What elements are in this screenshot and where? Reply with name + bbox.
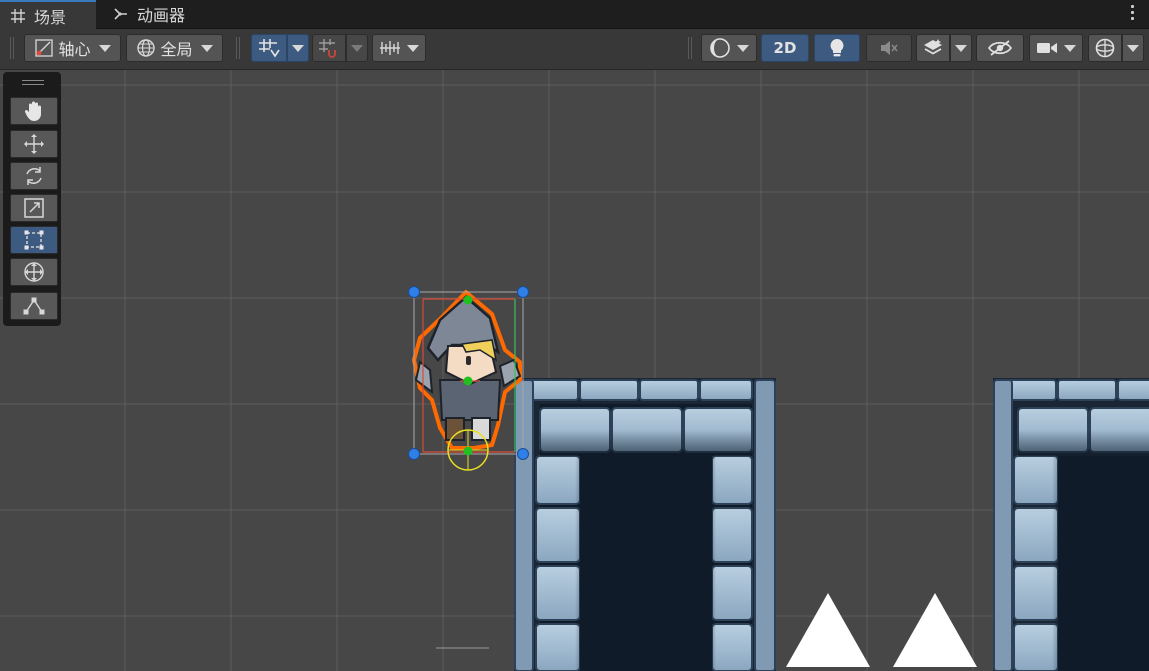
audio-toggle-button[interactable] (866, 34, 912, 62)
tab-scene-label: 场景 (34, 7, 67, 27)
corner-handle (408, 448, 420, 460)
scale-tool-button[interactable] (10, 194, 58, 222)
transform-icon (24, 262, 44, 282)
mode-2d-button[interactable]: 2D (761, 34, 809, 62)
globe-icon (137, 39, 156, 57)
shading-mode-button[interactable] (701, 34, 757, 62)
pivot-icon (35, 39, 54, 57)
global-label: 全局 (160, 40, 193, 59)
move-arrows-icon (24, 134, 44, 154)
chevron-down-icon (737, 44, 749, 52)
scene-toolbar: 轴心 全局 2D (0, 29, 1149, 70)
chevron-down-icon (955, 44, 967, 52)
chevron-down-icon (351, 44, 363, 52)
toolbar-grip[interactable] (10, 37, 14, 59)
speaker-muted-icon (881, 41, 898, 55)
mode-2d-label: 2D (773, 39, 797, 57)
chevron-down-icon (407, 44, 419, 52)
chevron-down-icon (200, 44, 213, 52)
gizmos-dropdown[interactable] (1122, 34, 1144, 62)
increment-snap-button[interactable] (312, 34, 346, 62)
tab-scene[interactable]: 场景 (0, 0, 96, 29)
pivot-handle (463, 446, 473, 456)
eye-hidden-icon (987, 40, 1013, 56)
tab-animator[interactable]: 动画器 (103, 0, 195, 28)
corner-handle (517, 448, 529, 460)
chevron-down-icon (98, 44, 111, 52)
grid-snap-button[interactable] (251, 34, 287, 62)
effects-button[interactable] (916, 34, 950, 62)
tab-animator-label: 动画器 (137, 6, 186, 25)
shading-sphere-icon (710, 38, 730, 58)
toolbar-grip[interactable] (236, 37, 240, 59)
scene-lighting-button[interactable] (814, 34, 860, 62)
pivot-mode-button[interactable]: 轴心 (24, 34, 121, 62)
hand-tool-button[interactable] (10, 97, 58, 125)
custom-tool-icon (23, 297, 45, 315)
chevron-down-icon (1064, 44, 1076, 52)
pivot-label: 轴心 (58, 40, 91, 59)
camera-icon (1037, 43, 1057, 53)
scene-viewport[interactable] (0, 70, 1149, 671)
spike-sprite[interactable] (786, 593, 870, 667)
animator-branch-icon (114, 8, 127, 20)
scene-visibility-button[interactable] (976, 34, 1024, 62)
stone-tower-sprite[interactable] (514, 378, 776, 671)
window-tab-bar: 场景 动画器 (0, 0, 1149, 29)
rotate-tool-button[interactable] (10, 162, 58, 190)
rect-tool-button[interactable] (10, 226, 58, 254)
chevron-down-icon (1127, 44, 1139, 52)
stone-tower-sprite[interactable] (993, 378, 1149, 671)
grid-hash-icon (11, 8, 25, 23)
transform-tool-button[interactable] (10, 258, 58, 286)
global-local-button[interactable]: 全局 (126, 34, 223, 62)
pivot-handle (463, 376, 473, 386)
more-options-icon[interactable] (1131, 5, 1135, 23)
pivot-handle (463, 295, 473, 305)
scene-canvas[interactable] (0, 70, 1149, 671)
custom-editor-tool-button[interactable] (10, 292, 58, 320)
rect-transform-icon (24, 230, 44, 250)
gizmo-globe-icon (1095, 38, 1115, 58)
chevron-down-icon (292, 44, 304, 52)
increment-snap-dropdown[interactable] (346, 34, 368, 62)
spike-sprite[interactable] (893, 593, 977, 667)
layers-effects-icon (924, 39, 942, 55)
scene-camera-button[interactable] (1029, 34, 1083, 62)
scene-tools-overlay (3, 72, 61, 326)
grid-snap-icon (259, 39, 280, 58)
effects-dropdown[interactable] (950, 34, 972, 62)
lightbulb-icon (830, 39, 844, 57)
overlay-drag-handle[interactable] (22, 80, 44, 88)
toolbar-grip[interactable] (688, 37, 692, 59)
gizmos-button[interactable] (1088, 34, 1122, 62)
corner-handle (517, 286, 529, 298)
rotate-icon (26, 167, 42, 185)
snap-settings-button[interactable] (372, 34, 426, 62)
ruler-icon (380, 41, 400, 55)
move-tool-button[interactable] (10, 130, 58, 158)
hand-icon (24, 101, 41, 121)
grid-snap-dropdown[interactable] (287, 34, 309, 62)
scale-icon (24, 198, 44, 218)
knight-character-sprite[interactable] (412, 290, 522, 450)
corner-handle (408, 286, 420, 298)
magnet-grid-icon (319, 39, 336, 58)
